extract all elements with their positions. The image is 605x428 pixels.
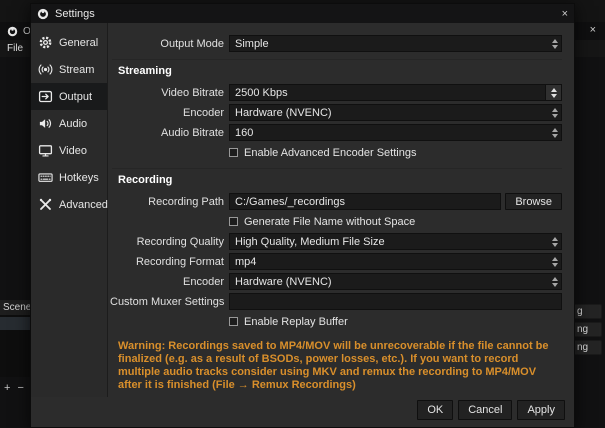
main-window-close-icon[interactable]: × [590,24,596,36]
obs-logo-icon [7,26,18,36]
combo-arrows-icon [548,105,561,120]
remove-scene-button[interactable]: − [17,382,23,394]
keyboard-icon [38,173,53,182]
custom-muxer-label: Custom Muxer Settings [110,295,224,308]
recording-encoder-value: Hardware (NVENC) [235,275,332,288]
output-settings-panel: Output Mode Simple Streaming Video Bitra… [108,23,574,397]
video-bitrate-value: 2500 Kbps [235,86,288,99]
cancel-button[interactable]: Cancel [458,400,513,420]
sidebar-item-label: Hotkeys [59,171,99,184]
stream-encoder-select[interactable]: Hardware (NVENC) [229,104,562,121]
recording-path-label: Recording Path [148,195,224,208]
replay-buffer-checkbox[interactable] [229,317,238,326]
recording-section-header: Recording [118,174,173,186]
controls-button-fragment[interactable]: g [575,304,602,319]
recording-format-select[interactable]: mp4 [229,253,562,270]
scenes-panel-header: Scene [0,300,30,315]
stream-encoder-label: Encoder [183,106,224,119]
recording-format-label: Recording Format [135,255,224,268]
stream-encoder-value: Hardware (NVENC) [235,106,332,119]
combo-arrows-icon [548,234,561,249]
advanced-encoder-checkbox-label: Enable Advanced Encoder Settings [244,146,417,159]
broadcast-icon [38,64,53,75]
audio-bitrate-select[interactable]: 160 [229,124,562,141]
audio-bitrate-label: Audio Bitrate [161,126,224,139]
sidebar-item-stream[interactable]: Stream [31,56,107,83]
recording-encoder-select[interactable]: Hardware (NVENC) [229,273,562,290]
combo-arrows-icon [548,254,561,269]
output-mode-value: Simple [235,37,269,50]
output-mode-label: Output Mode [160,37,224,50]
crossed-tools-icon [39,198,52,210]
sidebar-item-label: General [59,36,99,49]
streaming-section-header: Streaming [118,65,172,77]
sidebar-item-general[interactable]: General [31,29,107,56]
recording-quality-label: Recording Quality [136,235,224,248]
section-divider [112,168,562,169]
generate-filename-checkbox-label: Generate File Name without Space [244,215,416,228]
replay-buffer-checkbox-row: Enable Replay Buffer [229,313,562,330]
video-bitrate-label: Video Bitrate [161,86,224,99]
gear-icon [39,36,52,49]
monitor-icon [38,145,53,157]
settings-dialog: Settings × General Stream Output Audio V… [30,3,575,428]
speaker-icon [39,119,52,128]
section-divider [112,59,562,60]
combo-arrows-icon [548,125,561,140]
spinner-arrows-icon[interactable] [545,85,561,100]
browse-button[interactable]: Browse [505,193,562,210]
dialog-footer: OK Cancel Apply [31,397,574,427]
recording-quality-select[interactable]: High Quality, Medium File Size [229,233,562,250]
custom-muxer-input[interactable] [229,293,562,310]
settings-sidebar: General Stream Output Audio Video Hotkey… [31,23,108,397]
combo-arrows-icon [548,36,561,51]
obs-logo-icon [37,8,49,19]
mp4-warning-text: Warning: Recordings saved to MP4/MOV wil… [118,340,549,391]
sidebar-item-label: Stream [59,63,95,76]
sidebar-item-advanced[interactable]: Advanced [31,191,108,218]
sidebar-item-output[interactable]: Output [31,83,107,110]
controls-button-fragment[interactable]: ng [575,322,602,337]
video-bitrate-spinbox[interactable]: 2500 Kbps [229,84,562,101]
sidebar-item-label: Advanced [59,198,108,211]
advanced-encoder-checkbox[interactable] [229,148,238,157]
menu-file[interactable]: File [0,43,30,54]
output-arrow-icon [38,90,53,103]
screen: O × File Scene + − g ng ng Settings × Ge… [0,0,605,428]
main-right-dock [575,57,605,428]
apply-button[interactable]: Apply [517,400,565,420]
output-mode-select[interactable]: Simple [229,35,562,52]
advanced-encoder-checkbox-row: Enable Advanced Encoder Settings [229,144,562,161]
generate-filename-checkbox[interactable] [229,217,238,226]
sidebar-item-label: Video [59,144,87,157]
sidebar-item-audio[interactable]: Audio [31,110,107,137]
scene-list-item[interactable] [0,317,30,330]
generate-filename-checkbox-row: Generate File Name without Space [229,213,562,230]
controls-button-fragment[interactable]: ng [575,340,602,355]
dialog-close-icon[interactable]: × [542,8,568,20]
add-scene-button[interactable]: + [4,382,10,394]
recording-quality-value: High Quality, Medium File Size [235,235,385,248]
settings-titlebar[interactable]: Settings × [31,4,574,23]
sidebar-item-video[interactable]: Video [31,137,107,164]
replay-buffer-checkbox-label: Enable Replay Buffer [244,315,348,328]
ok-button[interactable]: OK [417,400,454,420]
dialog-title: Settings [55,7,95,20]
scenes-toolbar: + − [0,380,30,395]
combo-arrows-icon [548,274,561,289]
sidebar-item-hotkeys[interactable]: Hotkeys [31,164,107,191]
recording-path-input[interactable] [229,193,502,210]
recording-encoder-label: Encoder [183,275,224,288]
audio-bitrate-value: 160 [235,126,254,139]
recording-format-value: mp4 [235,255,257,268]
sidebar-item-label: Output [59,90,93,103]
sidebar-item-label: Audio [59,117,88,130]
